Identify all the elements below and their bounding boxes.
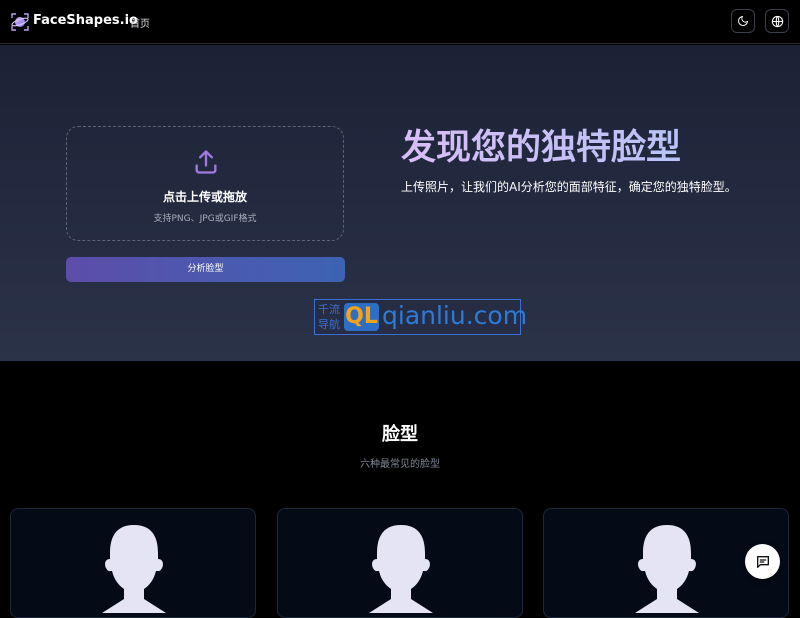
section-subtitle: 六种最常见的脸型 [360,459,440,470]
chat-button[interactable] [745,544,780,579]
watermark-domain: qianliu.com [382,301,528,330]
face-silhouette-icon [635,525,699,613]
brand-name[interactable]: FaceShapes.io [33,13,138,28]
globe-icon [771,15,783,27]
nav-home-link[interactable]: 首页 [130,15,150,30]
language-button[interactable] [765,9,789,33]
theme-toggle-button[interactable] [731,9,755,33]
upload-dropzone[interactable]: 点击上传或拖放 支持PNG、JPG或GIF格式 [66,126,344,241]
watermark-badge: QL [344,303,379,331]
face-silhouette-icon [369,525,433,613]
section-title: 脸型 [382,424,418,445]
upload-format-hint: 支持PNG、JPG或GIF格式 [153,214,257,224]
face-shape-card[interactable] [277,508,523,618]
planet-logo[interactable] [9,11,31,33]
upload-icon [195,150,217,174]
face-shape-card[interactable] [10,508,256,618]
chat-icon [756,555,769,568]
watermark-label: 千流 导航 [318,303,340,331]
page-title: 发现您的独特脸型 [401,119,681,170]
upload-title: 点击上传或拖放 [162,190,247,204]
hero-section: 点击上传或拖放 支持PNG、JPG或GIF格式 分析脸型 发现您的独特脸型 上传… [0,45,800,361]
top-header: FaceShapes.io 首页 [0,0,800,44]
hero-subtitle: 上传照片，让我们的AI分析您的面部特征，确定您的独特脸型。 [401,180,737,194]
watermark: 千流 导航 QL qianliu.com [314,299,527,335]
moon-icon [738,16,748,26]
face-silhouette-icon [102,525,166,613]
analyze-face-button[interactable]: 分析脸型 [66,257,345,282]
